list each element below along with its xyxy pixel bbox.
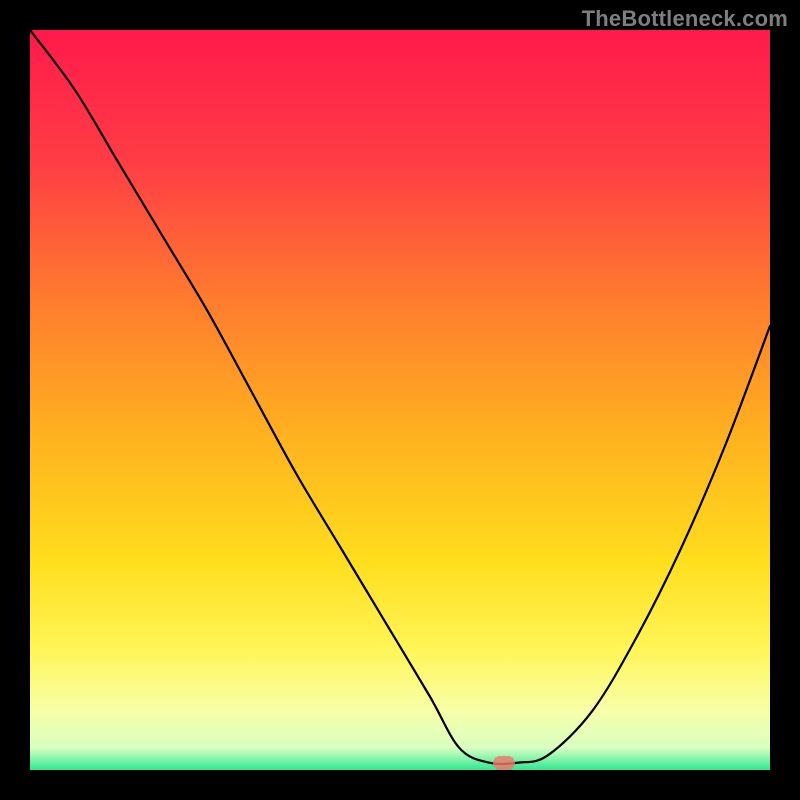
watermark-text: TheBottleneck.com	[582, 6, 788, 32]
optimal-marker	[493, 756, 515, 770]
gradient-background	[30, 30, 770, 770]
plot-area	[30, 30, 770, 770]
figure-frame: TheBottleneck.com	[0, 0, 800, 800]
chart-svg	[30, 30, 770, 770]
